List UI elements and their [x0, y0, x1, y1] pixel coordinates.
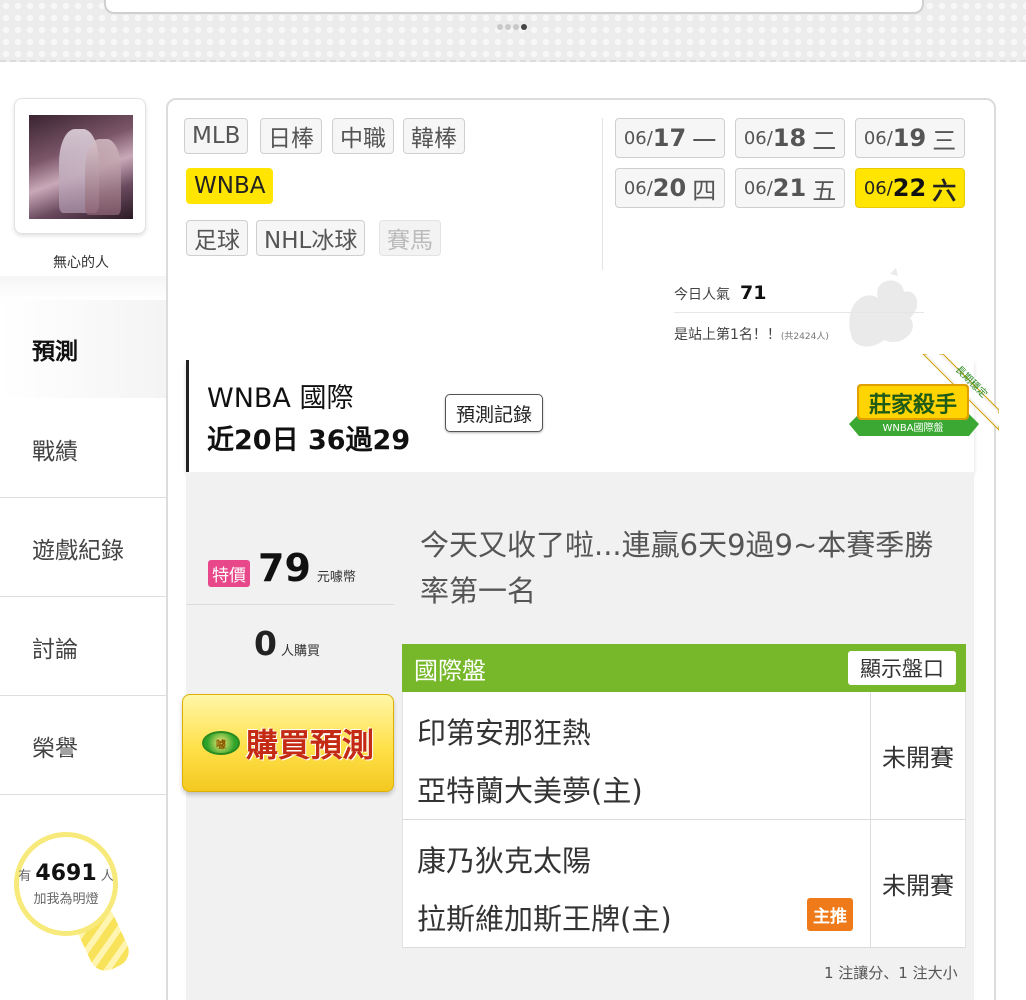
coin-icon: 噱: [201, 731, 240, 755]
avatar-card[interactable]: [14, 98, 146, 234]
date-tab[interactable]: 06/20 四: [615, 168, 725, 208]
banner-slide[interactable]: [104, 0, 924, 14]
league-tab-cpbl[interactable]: 中職: [332, 118, 394, 154]
bookie-killer-badge: 長期穩定 莊家殺手 WNBA國際盤: [849, 354, 999, 436]
mascot-watermark-icon: [849, 268, 918, 347]
popularity-rank: 是站上第1名！！(共2424人): [674, 327, 829, 343]
matchup: 康乃狄克太陽 拉斯維加斯王牌(主): [403, 820, 871, 947]
carousel-dot-active[interactable]: [521, 24, 527, 30]
away-team: 康乃狄克太陽: [417, 844, 592, 878]
price-value: 79: [258, 546, 311, 590]
league-tab-soccer[interactable]: 足球: [186, 220, 248, 256]
date-tab[interactable]: 06/19 三: [855, 118, 965, 158]
sidebar-item-record[interactable]: 戰績: [0, 400, 166, 498]
league-title: WNBA 國際: [207, 383, 354, 414]
show-odds-button[interactable]: 顯示盤口: [848, 651, 956, 685]
game-status: 未開賽: [882, 872, 954, 900]
sale-badge: 特價: [208, 560, 250, 587]
away-team: 印第安那狂熱: [417, 716, 592, 750]
date-tab-selected[interactable]: 06/22 六: [855, 168, 965, 208]
league-tab-npb[interactable]: 日棒: [260, 118, 322, 154]
league-tab-horse-racing: 賽馬: [379, 220, 441, 256]
carousel-dot[interactable]: [497, 24, 503, 30]
date-tab[interactable]: 06/17 一: [615, 118, 725, 158]
price-unit: 元噱幣: [316, 570, 356, 585]
sidebar-item-game-log[interactable]: 遊戲紀錄: [0, 499, 166, 597]
fans-lightbulb[interactable]: 有 4691 人 加我為明燈: [14, 832, 118, 936]
league-tab-wnba[interactable]: WNBA: [186, 168, 274, 204]
divider: [602, 118, 603, 270]
date-tab[interactable]: 06/21 五: [735, 168, 845, 208]
carousel-dots: [497, 24, 527, 30]
carousel-dot[interactable]: [513, 24, 519, 30]
fans-caption: 加我為明燈: [33, 892, 99, 907]
league-tab-kbo[interactable]: 韓棒: [403, 118, 465, 154]
games-table-title: 國際盤: [414, 656, 486, 685]
game-status: 未開賽: [882, 744, 954, 772]
svg-text:WNBA國際盤: WNBA國際盤: [882, 421, 943, 434]
carousel-dot[interactable]: [505, 24, 511, 30]
prediction-record-button[interactable]: 預測記錄: [445, 394, 544, 432]
date-tab[interactable]: 06/18 二: [735, 118, 845, 158]
avatar[interactable]: [29, 115, 133, 219]
sidebar-item-discussion[interactable]: 討論: [0, 598, 166, 696]
popularity: 今日人氣 71: [674, 282, 767, 304]
league-tab-mlb[interactable]: MLB: [184, 118, 249, 154]
sidebar-item-label: 戰績: [32, 438, 78, 465]
popularity-count: 71: [740, 282, 767, 304]
table-row[interactable]: 康乃狄克太陽 拉斯維加斯王牌(主) 主推 未開賽: [402, 820, 966, 948]
games-table: 國際盤 顯示盤口 印第安那狂熱 亞特蘭大美夢(主) 未開賽 康乃狄克太陽 拉斯維…: [402, 644, 966, 948]
league-tab-nhl[interactable]: NHL冰球: [256, 220, 366, 256]
table-row[interactable]: 印第安那狂熱 亞特蘭大美夢(主) 未開賽: [402, 692, 966, 820]
svg-text:莊家殺手: 莊家殺手: [869, 392, 957, 418]
featured-pick-badge: 主推: [807, 898, 853, 931]
predictor-message: 今天又收了啦...連贏6天9過9~本賽季勝率第一名: [420, 528, 934, 608]
sidebar-item-label: 遊戲紀錄: [32, 537, 124, 564]
sidebar-item-label: 預測: [32, 339, 78, 365]
matchup: 印第安那狂熱 亞特蘭大美夢(主): [403, 692, 871, 819]
sidebar-item-honors[interactable]: 榮譽: [0, 697, 166, 795]
league-header: WNBA 國際 近20日 36過29 預測記錄 長期穩定 莊家殺手 WNBA國際…: [186, 354, 999, 472]
sidebar-item-label: 討論: [32, 636, 78, 663]
top-banner: [0, 0, 1026, 62]
home-team: 拉斯維加斯王牌(主): [417, 902, 672, 936]
username: 無心的人: [53, 255, 109, 271]
fans-count: 4691: [35, 861, 97, 886]
league-record: 近20日 36過29: [207, 425, 411, 456]
buy-prediction-label: 購買預測: [245, 726, 374, 764]
price: 特價 79 元噱幣: [208, 546, 356, 590]
home-team: 亞特蘭大美夢(主): [417, 774, 643, 808]
buyer-count: 0 人購買: [254, 624, 320, 663]
sidebar-item-predict[interactable]: 預測: [0, 300, 166, 398]
bet-summary: 1 注讓分、1 注大小: [824, 964, 958, 982]
sidebar-item-label: 榮譽: [32, 735, 78, 762]
games-table-header: 國際盤 顯示盤口: [402, 644, 966, 692]
buy-prediction-button[interactable]: 噱 購買預測: [182, 694, 394, 792]
